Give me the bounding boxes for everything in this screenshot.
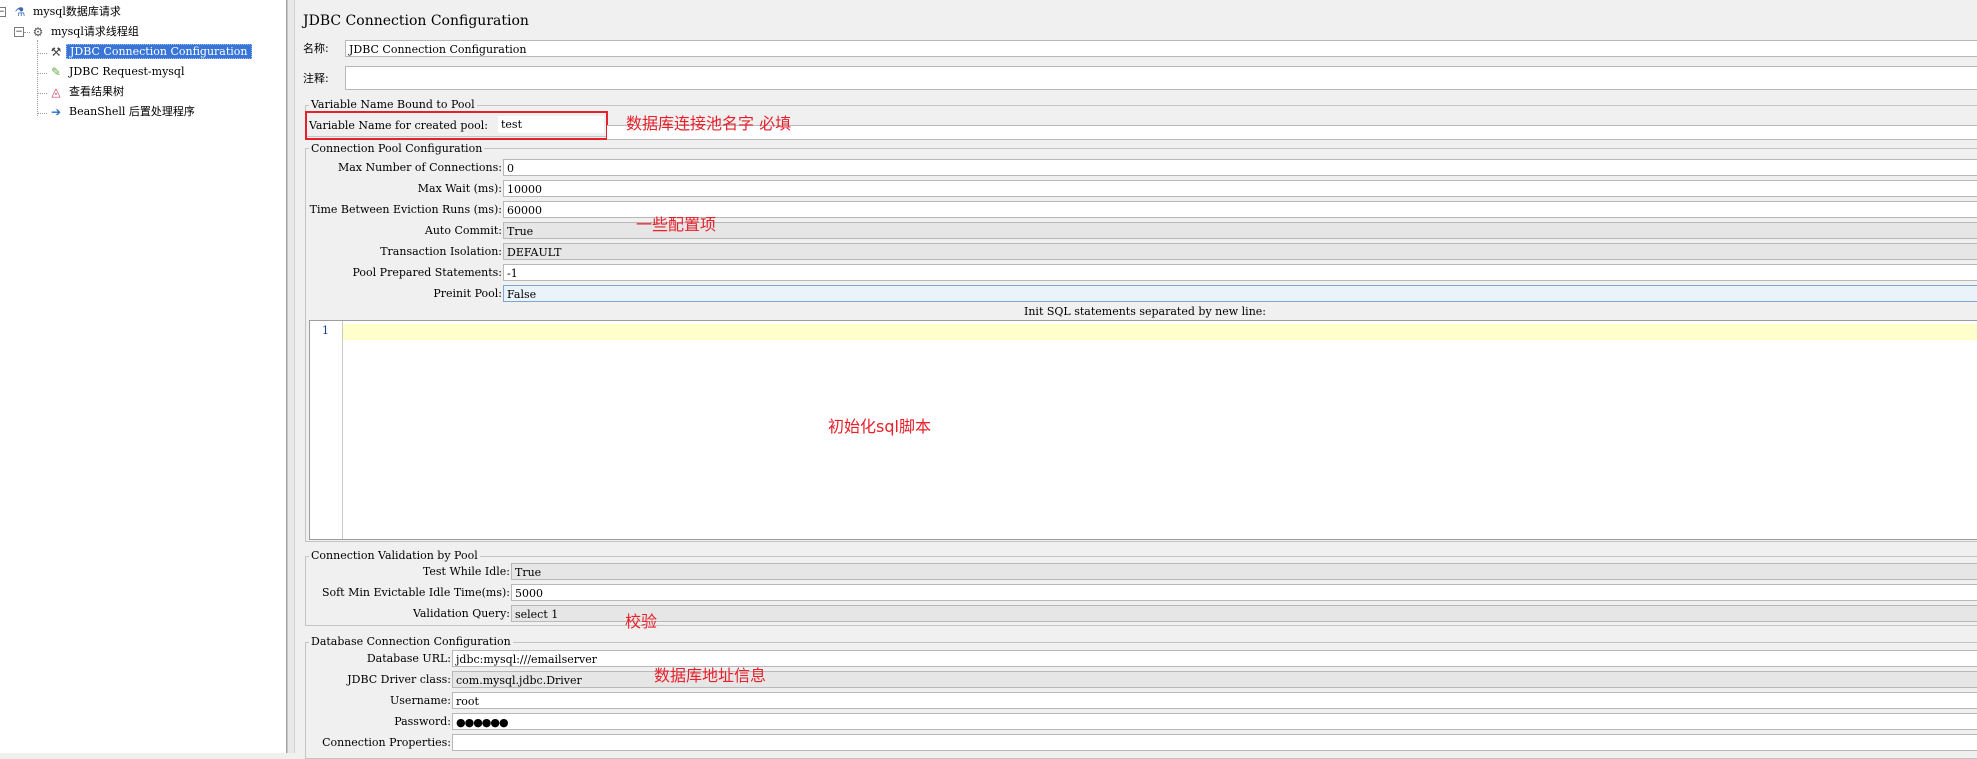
- validation-query-label: Validation Query:: [412, 607, 510, 620]
- name-field[interactable]: JDBC Connection Configuration: [345, 40, 1977, 57]
- comment-field[interactable]: [345, 66, 1977, 90]
- gear-icon: ⚙: [32, 25, 44, 39]
- pool-name-input[interactable]: test: [498, 116, 604, 133]
- preinit-pool-label: Preinit Pool:: [433, 287, 502, 300]
- flask-icon: ⚗: [14, 5, 26, 19]
- tree-node-beanshell[interactable]: ➔ BeanShell 后置处理程序: [48, 104, 198, 120]
- db-config-group-title: Database Connection Configuration: [309, 635, 513, 648]
- username-label: Username:: [390, 694, 451, 707]
- tools-icon: ⚒: [50, 45, 62, 59]
- comment-label: 注释:: [303, 72, 329, 85]
- current-line-highlight: [343, 324, 1977, 340]
- collapse-thread-group-toggle[interactable]: −: [14, 27, 24, 37]
- line-number: 1: [322, 324, 329, 337]
- collapse-root-toggle[interactable]: −: [0, 7, 6, 17]
- driver-class-label: JDBC Driver class:: [347, 673, 451, 686]
- panel-title: JDBC Connection Configuration: [303, 13, 529, 29]
- soft-min-idle-field[interactable]: 5000: [511, 584, 1977, 601]
- tree-node-test-plan[interactable]: ⚗ mysql数据库请求: [12, 4, 124, 20]
- line-number-gutter: 1: [310, 321, 343, 539]
- pool-config-group-title: Connection Pool Configuration: [309, 142, 485, 155]
- password-label: Password:: [394, 715, 451, 728]
- pool-name-field-remainder: [607, 125, 1977, 140]
- tree-node-thread-group[interactable]: ⚙ mysql请求线程组: [30, 24, 142, 40]
- beanshell-arrow-icon: ➔: [50, 105, 62, 119]
- db-info-annotation: 数据库地址信息: [654, 666, 767, 685]
- username-field[interactable]: root: [452, 692, 1977, 709]
- tree-node-jdbc-request[interactable]: ✎ JDBC Request-mysql: [48, 64, 188, 80]
- validation-query-field[interactable]: select 1: [511, 605, 1977, 622]
- transaction-isolation-select[interactable]: DEFAULT: [503, 243, 1977, 260]
- config-panel: JDBC Connection Configuration 名称: JDBC C…: [294, 0, 1977, 759]
- database-url-label: Database URL:: [366, 652, 451, 665]
- max-wait-field[interactable]: 10000: [503, 180, 1977, 197]
- connection-properties-label: Connection Properties:: [322, 736, 451, 749]
- validation-group-title: Connection Validation by Pool: [309, 549, 480, 562]
- max-wait-label: Max Wait (ms):: [417, 182, 502, 195]
- tree-node-jdbc-connection-config[interactable]: ⚒ JDBC Connection Configuration: [48, 44, 252, 60]
- validation-annotation: 校验: [625, 612, 658, 631]
- pool-name-annotation: 数据库连接池名字 必填: [626, 114, 792, 133]
- auto-commit-select[interactable]: True: [503, 222, 1977, 239]
- eviction-runs-label: Time Between Eviction Runs (ms):: [309, 203, 502, 216]
- password-field[interactable]: ●●●●●●: [452, 713, 1977, 730]
- soft-min-idle-label: Soft Min Evictable Idle Time(ms):: [321, 586, 510, 599]
- prepared-statements-label: Pool Prepared Statements:: [352, 266, 502, 279]
- init-sql-annotation: 初始化sql脚本: [828, 417, 931, 436]
- test-while-idle-select[interactable]: True: [511, 563, 1977, 580]
- eviction-runs-field[interactable]: 60000: [503, 201, 1977, 218]
- init-sql-label: Init SQL statements separated by new lin…: [1024, 305, 1266, 318]
- test-plan-tree[interactable]: − ⚗ mysql数据库请求 − ⚙ mysql请求线程组 ⚒ JDBC Connec…: [0, 0, 287, 753]
- name-label: 名称:: [303, 42, 329, 55]
- config-annotation: 一些配置项: [636, 215, 717, 234]
- transaction-isolation-label: Transaction Isolation:: [380, 245, 502, 258]
- init-sql-editor[interactable]: 1: [309, 320, 1977, 540]
- variable-pool-group-title: Variable Name Bound to Pool: [309, 98, 477, 111]
- pipette-icon: ✎: [50, 65, 62, 79]
- auto-commit-label: Auto Commit:: [424, 224, 502, 237]
- test-while-idle-label: Test While Idle:: [422, 565, 510, 578]
- prepared-statements-field[interactable]: -1: [503, 264, 1977, 281]
- tree-node-results-tree[interactable]: ◬ 查看结果树: [48, 84, 127, 100]
- pool-name-label: Variable Name for created pool:: [309, 119, 488, 132]
- result-tree-icon: ◬: [51, 85, 61, 99]
- max-connections-field[interactable]: 0: [503, 159, 1977, 176]
- max-connections-label: Max Number of Connections:: [337, 161, 502, 174]
- connection-properties-field[interactable]: [452, 734, 1977, 751]
- preinit-pool-select[interactable]: False: [503, 285, 1977, 302]
